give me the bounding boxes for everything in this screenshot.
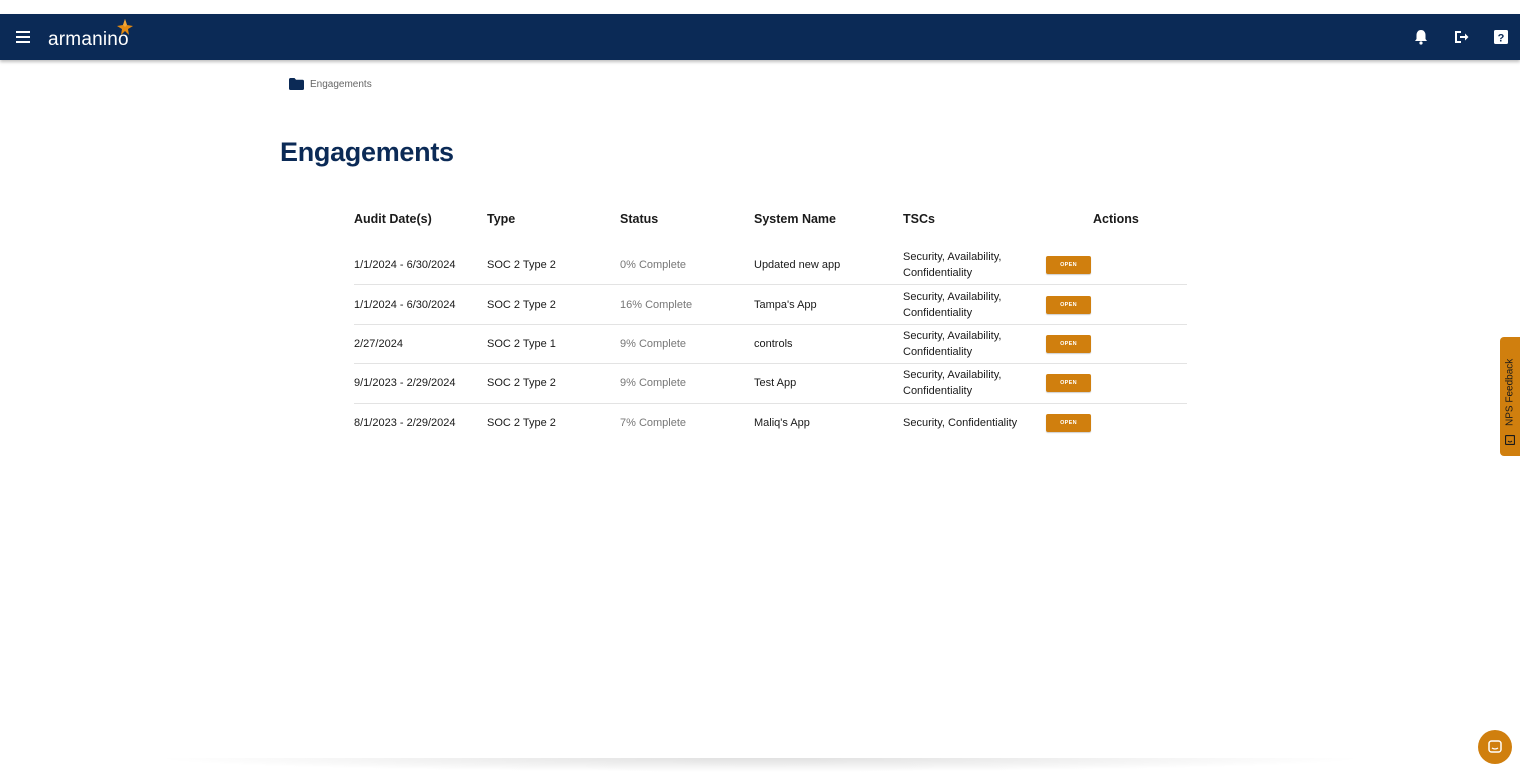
status-text: 0% Complete	[620, 259, 687, 272]
feedback-icon	[1505, 435, 1515, 445]
status-text: 7% Complete	[620, 417, 687, 430]
col-actions: Actions	[1093, 212, 1139, 226]
bottom-shadow	[150, 758, 1370, 772]
engagement-type: SOC 2 Type 1	[487, 337, 556, 350]
col-type: Type	[487, 212, 516, 226]
system-name: Test App	[754, 377, 797, 390]
status-text: 16% Complete	[620, 298, 693, 311]
table-row: 9/1/2023 - 2/29/2024 SOC 2 Type 2 9% Com…	[354, 364, 1187, 404]
menu-icon[interactable]	[16, 31, 30, 43]
audit-date: 1/1/2024 - 6/30/2024	[354, 298, 456, 311]
engagement-type: SOC 2 Type 2	[487, 417, 556, 430]
open-button[interactable]: OPEN	[1046, 256, 1091, 275]
engagements-table: Audit Date(s) Type Status System Name TS…	[354, 206, 1187, 433]
status-text: 9% Complete	[620, 377, 687, 390]
open-button[interactable]: OPEN	[1046, 334, 1091, 353]
folder-icon	[289, 78, 304, 90]
nps-feedback-tab[interactable]: NPS Feedback	[1500, 337, 1520, 456]
table-row: 1/1/2024 - 6/30/2024 SOC 2 Type 2 0% Com…	[354, 246, 1187, 286]
chat-launcher-button[interactable]	[1478, 730, 1512, 764]
breadcrumb-engagements[interactable]: Engagements	[310, 79, 372, 90]
system-name: Updated new app	[754, 259, 841, 272]
status-text: 9% Complete	[620, 337, 687, 350]
system-name: Maliq's App	[754, 417, 810, 430]
audit-date: 2/27/2024	[354, 337, 403, 350]
engagement-type: SOC 2 Type 2	[487, 298, 556, 311]
help-icon[interactable]: ?	[1492, 28, 1510, 46]
table-body: 1/1/2024 - 6/30/2024 SOC 2 Type 2 0% Com…	[354, 246, 1187, 443]
tscs: Security, Availability, Confidentiality	[903, 329, 1002, 358]
table-row: 8/1/2023 - 2/29/2024 SOC 2 Type 2 7% Com…	[354, 404, 1187, 443]
table-header: Audit Date(s) Type Status System Name TS…	[354, 206, 1187, 236]
col-status: Status	[620, 212, 659, 226]
col-tscs: TSCs	[903, 212, 935, 226]
logout-icon[interactable]	[1452, 28, 1470, 46]
system-name: Tampa's App	[754, 298, 817, 311]
col-audit-dates: Audit Date(s)	[354, 212, 432, 226]
tscs: Security, Availability, Confidentiality	[903, 290, 1002, 319]
audit-date: 9/1/2023 - 2/29/2024	[354, 377, 456, 390]
page-title: Engagements	[280, 137, 454, 167]
chat-icon	[1488, 740, 1502, 753]
breadcrumb: Engagements	[289, 77, 372, 91]
top-navbar: armanino ?	[0, 14, 1520, 60]
nps-feedback-label: NPS Feedback	[1504, 358, 1516, 426]
table-row: 2/27/2024 SOC 2 Type 1 9% Complete contr…	[354, 325, 1187, 365]
tscs: Security, Availability, Confidentiality	[903, 251, 1002, 280]
open-button[interactable]: OPEN	[1046, 414, 1091, 433]
table-row: 1/1/2024 - 6/30/2024 SOC 2 Type 2 16% Co…	[354, 285, 1187, 325]
open-button[interactable]: OPEN	[1046, 374, 1091, 393]
help-glyph: ?	[1498, 33, 1505, 45]
audit-date: 1/1/2024 - 6/30/2024	[354, 259, 456, 272]
system-name: controls	[754, 337, 793, 350]
tscs: Security, Confidentiality	[903, 417, 1018, 430]
top-strip	[0, 0, 1520, 14]
bell-icon[interactable]	[1412, 28, 1430, 46]
tscs: Security, Availability, Confidentiality	[903, 369, 1002, 398]
star-icon	[117, 19, 133, 35]
engagement-type: SOC 2 Type 2	[487, 377, 556, 390]
open-button[interactable]: OPEN	[1046, 295, 1091, 314]
audit-date: 8/1/2023 - 2/29/2024	[354, 417, 456, 430]
engagement-type: SOC 2 Type 2	[487, 259, 556, 272]
col-system-name: System Name	[754, 212, 836, 226]
